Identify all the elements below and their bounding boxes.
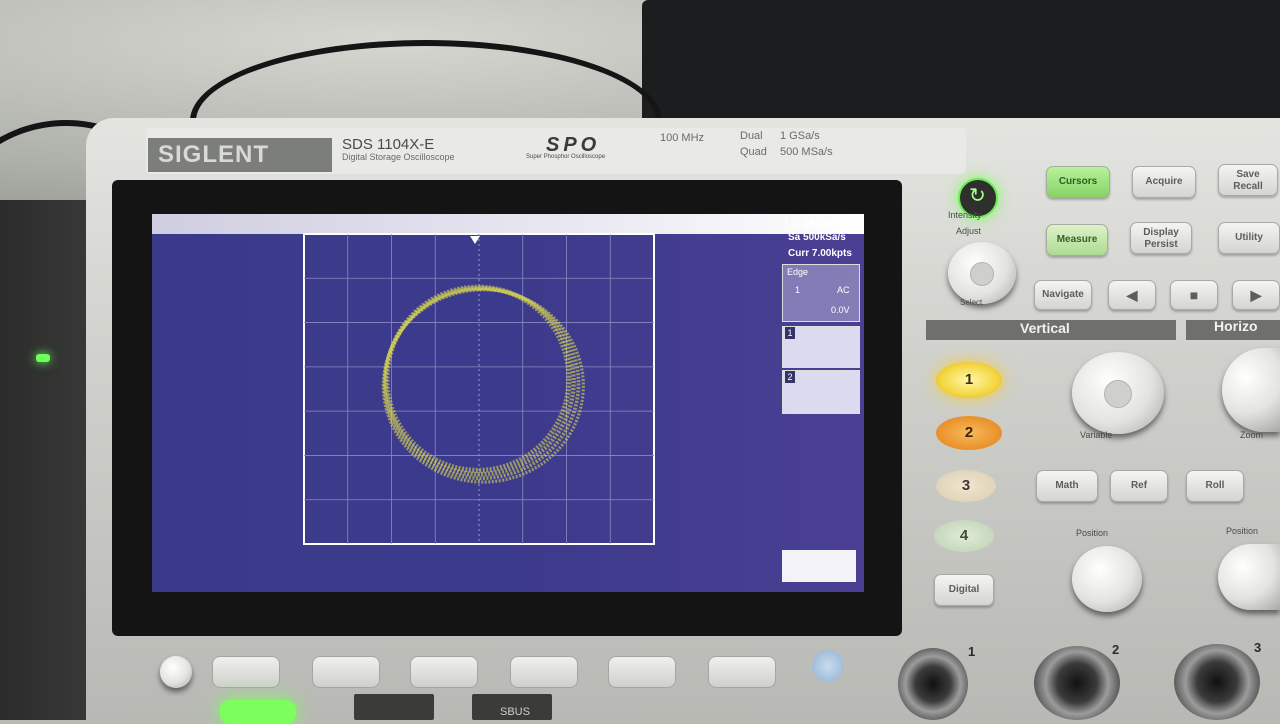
square-icon: ■ — [1189, 287, 1199, 303]
trigger-source: 1 — [795, 285, 801, 295]
menu-off-button[interactable] — [160, 656, 192, 688]
channel2-panel: 2 — [782, 370, 860, 414]
lissajous-trace — [381, 284, 585, 484]
lissajous-loop — [382, 286, 581, 481]
next-button[interactable]: ▶ — [1232, 280, 1280, 310]
trigger-coupling: AC — [837, 285, 850, 295]
channel1-button[interactable]: 1 — [936, 362, 1002, 398]
vertical-position-knob[interactable] — [1072, 546, 1142, 612]
waveform-display — [303, 233, 655, 545]
indicator-led — [36, 354, 50, 362]
intensity-label: Intensity — [948, 210, 982, 220]
trigger-panel: Edge 1 AC 0.0V — [782, 264, 860, 322]
triangle-left-icon: ◀ — [1126, 287, 1138, 303]
channel3-button[interactable]: 3 — [936, 470, 996, 502]
navigate-button[interactable]: Navigate — [1034, 280, 1092, 310]
channel1-label: 1 — [785, 327, 795, 339]
measure-button[interactable]: Measure — [1046, 224, 1108, 256]
acquire-button[interactable]: Acquire — [1132, 166, 1196, 198]
display-persist-button[interactable]: Display Persist — [1130, 222, 1192, 254]
sample-quad-rate: 500 MSa/s — [780, 146, 833, 158]
zoom-label: Zoom — [1240, 430, 1264, 440]
triangle-right-icon: ▶ — [1250, 287, 1262, 303]
bandwidth-spec: 100 MHz — [660, 132, 705, 144]
variable-label: Variable — [1080, 430, 1113, 440]
vertical-position-label: Position — [1076, 528, 1109, 538]
cursors-button[interactable]: Cursors — [1046, 166, 1110, 198]
knob-center — [1104, 380, 1132, 408]
horizontal-section-label: Horizo — [1214, 318, 1258, 334]
math-button[interactable]: Math — [1036, 470, 1098, 502]
ref-button[interactable]: Ref — [1110, 470, 1168, 502]
bnc-input-1[interactable] — [898, 648, 968, 720]
select-label: Select — [960, 298, 983, 307]
usb-port[interactable] — [354, 694, 434, 720]
roll-button[interactable]: Roll — [1186, 470, 1244, 502]
oscilloscope-screen: f = 148.000Hz Sa 500kSa/s Curr 7.00kpts … — [152, 214, 864, 592]
model-subtitle: Digital Storage Oscilloscope — [342, 152, 455, 162]
softkey-4[interactable] — [510, 656, 578, 688]
horizontal-position-label: Position — [1226, 526, 1259, 536]
memory-depth-readout: Curr 7.00kpts — [788, 248, 852, 259]
sample-rate-readout: Sa 500kSa/s — [788, 232, 846, 243]
sbus-label: SBUS — [500, 706, 530, 718]
adjust-label: Adjust — [956, 226, 982, 236]
adjust-knob[interactable] — [948, 242, 1016, 304]
stop-button[interactable]: ■ — [1170, 280, 1218, 310]
universal-knob-button[interactable] — [812, 650, 844, 682]
bnc-input-3[interactable] — [1174, 644, 1260, 720]
channel2-label: 2 — [785, 371, 795, 383]
softkey-5[interactable] — [608, 656, 676, 688]
bnc3-label: 3 — [1254, 640, 1262, 655]
softkey-2[interactable] — [312, 656, 380, 688]
sample-dual-rate: 1 GSa/s — [780, 130, 820, 142]
graticule-grid — [304, 234, 654, 544]
power-led — [220, 700, 296, 724]
horizontal-position-knob[interactable] — [1218, 544, 1280, 610]
utility-button[interactable]: Utility — [1218, 222, 1280, 254]
status-box — [782, 550, 856, 582]
softkey-1[interactable] — [212, 656, 280, 688]
previous-button[interactable]: ◀ — [1108, 280, 1156, 310]
softkey-3[interactable] — [410, 656, 478, 688]
model-name: SDS 1104X-E — [342, 136, 435, 153]
bnc1-label: 1 — [968, 644, 976, 659]
save-recall-button[interactable]: Save Recall — [1218, 164, 1278, 196]
bnc-input-2[interactable] — [1034, 646, 1120, 720]
digital-button[interactable]: Digital — [934, 574, 994, 606]
bnc2-label: 2 — [1112, 642, 1120, 657]
sample-dual-label: Dual — [740, 130, 763, 142]
channel4-button[interactable]: 4 — [934, 520, 994, 552]
refresh-icon: ↻ — [969, 185, 986, 207]
vertical-scale-knob[interactable] — [1072, 352, 1164, 434]
technology-subtitle: Super Phosphor Oscilloscope — [526, 154, 606, 160]
brand-logo: SIGLENT — [148, 138, 332, 172]
sample-quad-label: Quad — [740, 146, 767, 158]
knob-center — [970, 262, 994, 286]
channel1-panel: 1 — [782, 326, 860, 368]
trigger-type: Edge — [787, 267, 809, 277]
softkey-6[interactable] — [708, 656, 776, 688]
lissajous-loop — [381, 288, 585, 484]
background-equipment — [642, 0, 1280, 118]
vertical-section-label: Vertical — [1020, 320, 1070, 336]
trigger-level: 0.0V — [831, 305, 850, 315]
channel2-button[interactable]: 2 — [936, 416, 1002, 450]
